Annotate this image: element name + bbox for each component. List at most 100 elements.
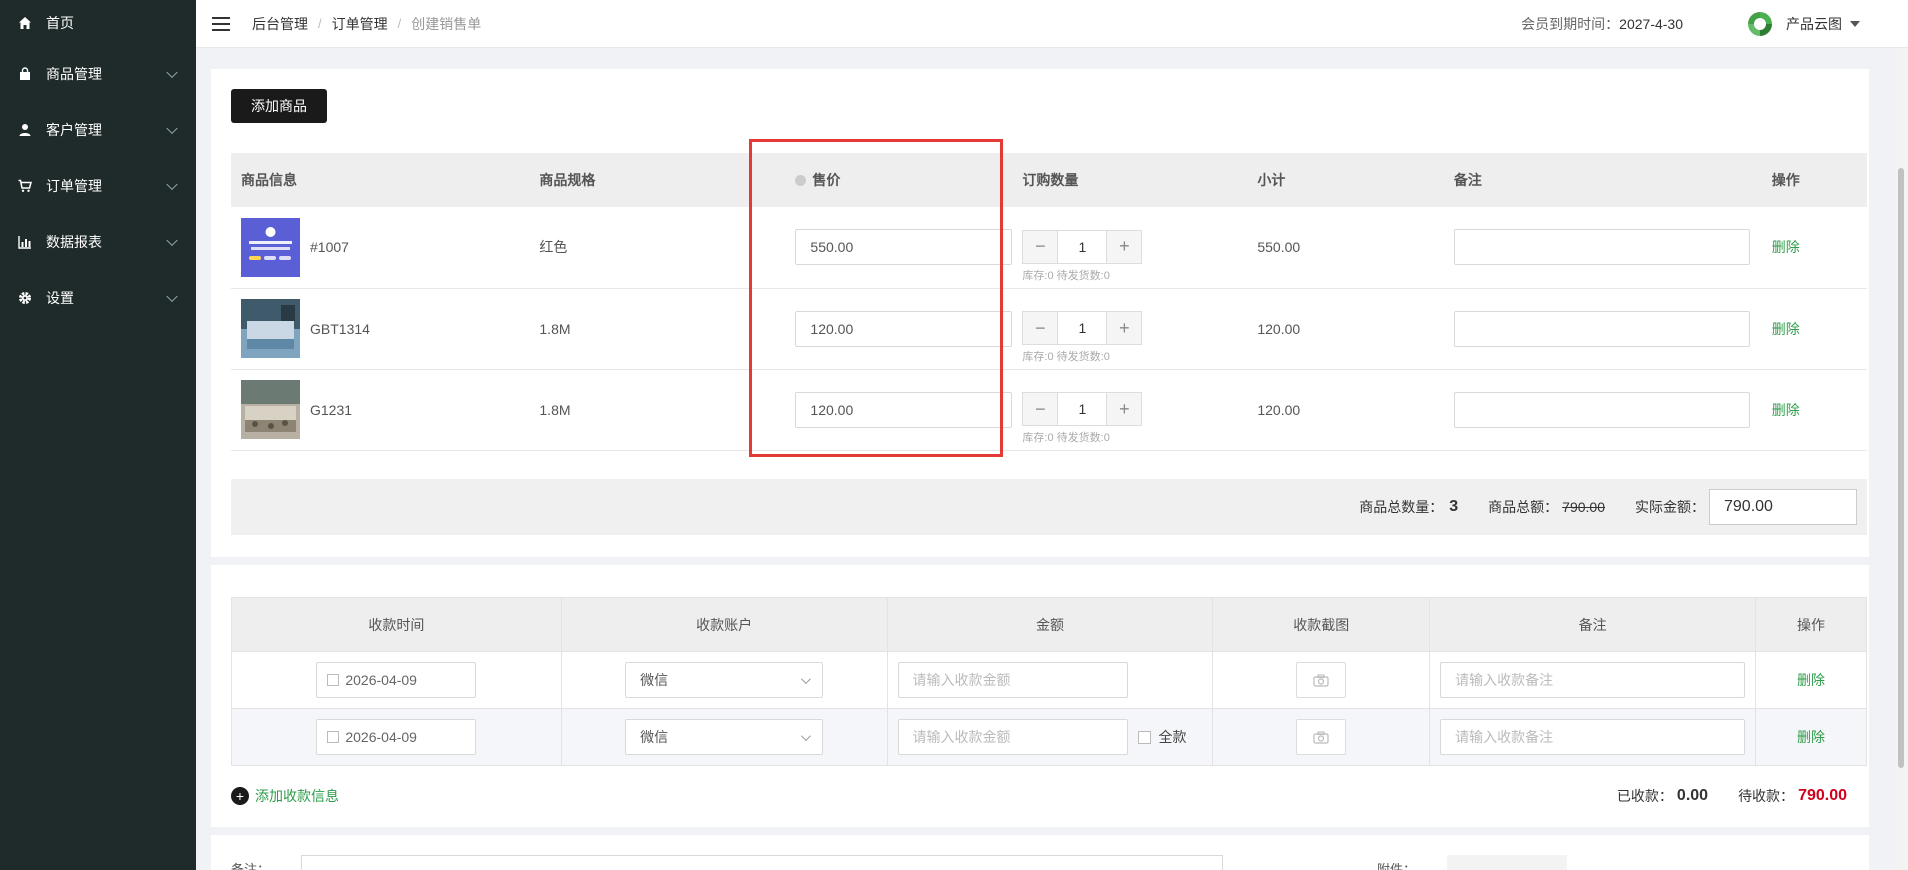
product-thumbnail[interactable] (241, 217, 300, 277)
col-header: 金额 (886, 597, 1214, 652)
note-input[interactable] (1453, 310, 1750, 347)
sidebar-item-label: 数据报表 (46, 234, 102, 250)
price-input[interactable]: 120.00 (795, 391, 1013, 428)
qty-plus-button[interactable]: + (1106, 311, 1143, 345)
payment-remark-input[interactable]: 请输入收款备注 (1440, 719, 1746, 755)
pending-label: 待收款： (1738, 788, 1795, 804)
payment-date-picker[interactable]: 2026-04-09 (316, 662, 477, 698)
price-input[interactable]: 550.00 (795, 229, 1013, 266)
top-header: 后台管理 / 订单管理 / 创建销售单 会员到期时间：2027-4-30 产品云… (196, 0, 1908, 48)
note-input[interactable] (1453, 229, 1750, 266)
scrollbar-thumb[interactable] (1898, 168, 1904, 768)
delete-payment-link[interactable]: 删除 (1797, 672, 1825, 688)
breadcrumb-current: 创建销售单 (411, 15, 482, 32)
calendar-icon (327, 731, 340, 743)
qty-plus-button[interactable]: + (1106, 229, 1143, 264)
stock-info: 库存:0 待发货数:0 (1022, 351, 1110, 363)
remark-section: 备注： 附件： (211, 835, 1869, 870)
delete-payment-link[interactable]: 删除 (1797, 729, 1825, 745)
full-payment-label[interactable]: 全款 (1159, 729, 1187, 745)
attachment-label: 附件： (1377, 862, 1417, 870)
gear-icon (16, 289, 34, 307)
quantity-stepper[interactable]: − 1 + (1022, 392, 1247, 426)
quantity-stepper[interactable]: − 1 + (1022, 229, 1247, 264)
payment-date-picker[interactable]: 2026-04-09 (316, 719, 477, 755)
membership-date: 2027-4-30 (1619, 15, 1683, 32)
qty-minus-button[interactable]: − (1022, 229, 1059, 264)
chevron-down-icon (801, 730, 811, 741)
payment-account-select[interactable]: 微信 (625, 719, 824, 755)
note-input[interactable] (1453, 391, 1750, 428)
delete-link[interactable]: 删除 (1772, 402, 1800, 418)
col-header-price: 售价 (767, 153, 1013, 207)
qty-value[interactable]: 1 (1058, 392, 1107, 426)
qty-value[interactable]: 1 (1058, 229, 1107, 264)
sidebar-item-settings[interactable]: 设置 (0, 270, 196, 326)
product-code: #1007 (310, 239, 349, 256)
payment-account-value: 微信 (640, 672, 669, 688)
screenshot-upload-button[interactable] (1296, 719, 1347, 755)
brand-name: 产品云图 (1786, 15, 1842, 32)
qty-minus-button[interactable]: − (1022, 311, 1059, 345)
sidebar-item-label: 首页 (46, 15, 74, 31)
sidebar-item-label: 客户管理 (46, 122, 102, 138)
col-header: 收款账户 (560, 597, 888, 652)
payment-summary: 已收款： 0.00 待收款： 790.00 (1617, 786, 1847, 806)
add-payment-button[interactable]: + 添加收款信息 (231, 786, 339, 806)
actual-amount-input[interactable]: 790.00 (1709, 489, 1857, 525)
order-remark-input[interactable] (301, 855, 1223, 870)
calendar-icon (327, 674, 340, 686)
payment-amount-input[interactable]: 请输入收款金额 (897, 662, 1128, 698)
product-info: GBT1314 (241, 299, 529, 358)
col-header: 操作 (1761, 153, 1867, 207)
col-header: 收款时间 (231, 597, 562, 652)
quantity-stepper[interactable]: − 1 + (1022, 311, 1247, 345)
sidebar-item-reports[interactable]: 数据报表 (0, 214, 196, 270)
sidebar-item-label: 商品管理 (46, 66, 102, 82)
table-row: 2026-04-09 微信 请输入收款金额 全款 请输入收款备注 删除 (231, 708, 1867, 766)
add-payment-label: 添加收款信息 (255, 788, 339, 804)
total-qty-label: 商品总数量： (1359, 499, 1444, 515)
delete-link[interactable]: 删除 (1772, 239, 1800, 255)
col-header: 小计 (1247, 153, 1444, 207)
attachment-upload[interactable] (1447, 855, 1567, 870)
product-thumbnail[interactable] (241, 380, 300, 439)
cart-icon (16, 177, 34, 195)
payment-amount-input[interactable]: 请输入收款金额 (897, 719, 1128, 755)
col-header: 商品规格 (529, 153, 768, 207)
sidebar: 首页 商品管理 客户管理 订单管理 数据报表 设置 (0, 0, 196, 870)
payment-remark-input[interactable]: 请输入收款备注 (1440, 662, 1746, 698)
sidebar-item-home[interactable]: 首页 (0, 0, 196, 46)
table-row: 2026-04-09 微信 请输入收款金额 请输入收款备注 删除 (231, 651, 1867, 709)
sidebar-item-label: 设置 (46, 290, 74, 306)
qty-minus-button[interactable]: − (1022, 392, 1059, 426)
payment-account-select[interactable]: 微信 (625, 662, 824, 698)
breadcrumb-item[interactable]: 订单管理 (332, 14, 388, 34)
price-input[interactable]: 120.00 (795, 310, 1013, 347)
table-row: GBT1314 1.8M 120.00 − 1 + 库存:0 待发货数:0 12… (231, 288, 1867, 370)
full-payment-checkbox[interactable] (1137, 731, 1151, 744)
page-scrollbar[interactable] (1894, 48, 1908, 870)
col-header: 订购数量 (1012, 153, 1248, 207)
breadcrumb-item[interactable]: 后台管理 (252, 14, 308, 34)
screenshot-upload-button[interactable] (1296, 662, 1347, 698)
add-product-button[interactable]: 添加商品 (231, 89, 327, 123)
total-amount-value: 790.00 (1562, 499, 1605, 515)
product-section: 添加商品 商品信息 商品规格 售价 订购数量 小计 备注 操作 #1007 红色… (211, 69, 1869, 557)
sidebar-item-orders[interactable]: 订单管理 (0, 158, 196, 214)
sidebar-item-customers[interactable]: 客户管理 (0, 102, 196, 158)
camera-icon (1313, 730, 1329, 744)
menu-toggle-icon[interactable] (212, 16, 230, 31)
plus-circle-icon: + (231, 787, 249, 805)
payment-account-value: 微信 (640, 729, 669, 745)
col-header: 备注 (1429, 597, 1757, 652)
subtotal: 550.00 (1247, 207, 1444, 289)
user-icon (16, 121, 34, 139)
delete-link[interactable]: 删除 (1772, 321, 1800, 337)
qty-plus-button[interactable]: + (1106, 392, 1143, 426)
product-thumbnail[interactable] (241, 299, 300, 358)
account-menu[interactable]: 产品云图 (1746, 10, 1860, 38)
qty-value[interactable]: 1 (1058, 311, 1107, 345)
sidebar-item-products[interactable]: 商品管理 (0, 46, 196, 102)
chart-icon (16, 233, 34, 251)
